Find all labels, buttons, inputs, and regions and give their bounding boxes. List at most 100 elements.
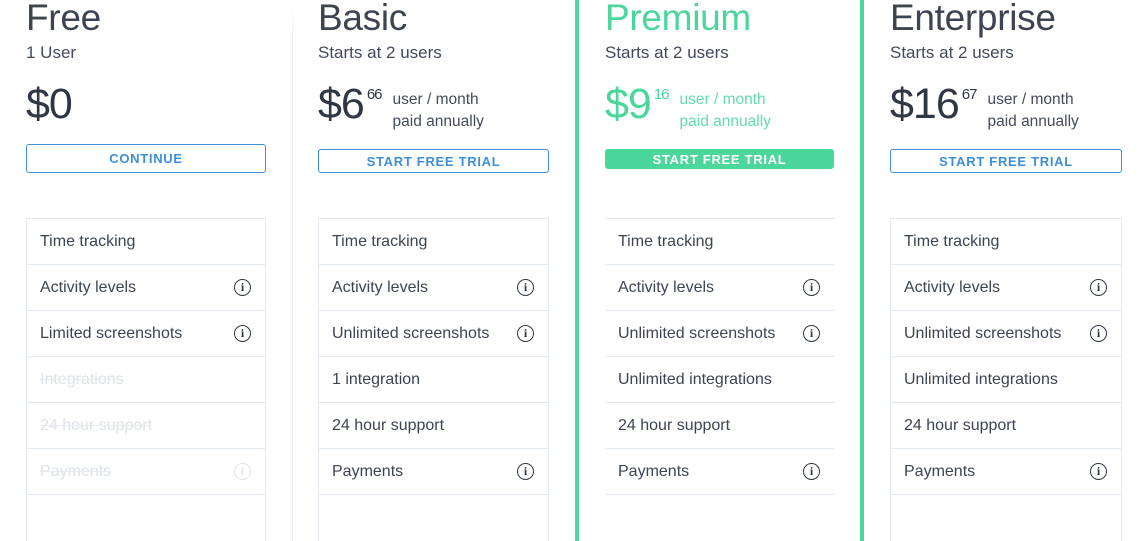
feature-list-free: Time tracking Activity levels Limited scre… bbox=[26, 218, 266, 541]
feature-row: Payments bbox=[605, 449, 834, 495]
feature-label: Unlimited screenshots bbox=[618, 324, 776, 342]
price-amount-premium: $9 16 bbox=[605, 80, 670, 128]
feature-list-premium: Time tracking Activity levels Unlimited sc… bbox=[605, 218, 834, 541]
plan-column-free: Free 1 User $0 CONTINUE Time tracking Activit… bbox=[0, 0, 292, 541]
info-icon-spacer bbox=[803, 233, 820, 250]
plan-name-premium: Premium bbox=[605, 0, 751, 38]
price-currency-basic: $ bbox=[318, 80, 342, 128]
price-terms-basic: user / month paid annually bbox=[393, 89, 484, 133]
feature-row: Activity levels bbox=[27, 265, 265, 311]
price-value-free: 0 bbox=[48, 80, 73, 128]
cta-button-premium[interactable]: START FREE TRIAL bbox=[605, 149, 834, 169]
feature-label: Time tracking bbox=[618, 232, 714, 250]
feature-row: Limited screenshots bbox=[27, 311, 265, 357]
feature-label: Limited screenshots bbox=[40, 324, 183, 342]
info-icon-spacer bbox=[517, 417, 534, 434]
info-icon[interactable] bbox=[234, 279, 251, 296]
feature-label: Unlimited integrations bbox=[618, 370, 772, 388]
plan-price-enterprise: $16 67 user / month paid annually bbox=[890, 80, 1122, 133]
feature-row: Unlimited screenshots bbox=[891, 311, 1121, 357]
feature-label: Payments bbox=[904, 462, 976, 480]
feature-label: Activity levels bbox=[332, 278, 429, 296]
info-icon[interactable] bbox=[803, 463, 820, 480]
feature-row: Unlimited integrations bbox=[605, 357, 834, 403]
info-icon-spacer bbox=[234, 371, 251, 388]
price-term-billing: paid annually bbox=[679, 113, 771, 130]
info-icon[interactable] bbox=[1090, 463, 1107, 480]
feature-label: Unlimited screenshots bbox=[904, 324, 1062, 342]
plan-column-enterprise: Enterprise Starts at 2 users $16 67 user / m… bbox=[864, 0, 1148, 541]
plan-header-free: Free 1 User bbox=[26, 0, 266, 64]
feature-row: 24 hour support bbox=[605, 403, 834, 449]
price-value-premium: 9 bbox=[627, 80, 652, 128]
feature-row: Time tracking bbox=[319, 219, 548, 265]
cta-button-enterprise[interactable]: START FREE TRIAL bbox=[890, 149, 1122, 173]
plan-price-free: $0 bbox=[26, 80, 266, 128]
info-icon[interactable] bbox=[517, 325, 534, 342]
info-icon[interactable] bbox=[803, 279, 820, 296]
feature-label: Unlimited screenshots bbox=[332, 324, 490, 342]
feature-label: Time tracking bbox=[332, 232, 428, 250]
feature-row bbox=[891, 495, 1121, 541]
info-icon-spacer bbox=[803, 417, 820, 434]
price-currency-premium: $ bbox=[605, 80, 629, 128]
price-cents-basic: 66 bbox=[366, 86, 383, 103]
info-icon[interactable] bbox=[517, 279, 534, 296]
feature-label: Unlimited integrations bbox=[904, 370, 1058, 388]
feature-row: Payments bbox=[27, 449, 265, 495]
plan-column-premium: Premium Starts at 2 users $9 16 user / month… bbox=[575, 0, 864, 541]
feature-row: 24 hour support bbox=[27, 403, 265, 449]
feature-label: 24 hour support bbox=[618, 416, 731, 434]
info-icon-spacer bbox=[1090, 233, 1107, 250]
plan-price-basic: $6 66 user / month paid annually bbox=[318, 80, 549, 133]
feature-row: Time tracking bbox=[27, 219, 265, 265]
price-amount-enterprise: $16 67 bbox=[890, 80, 978, 128]
price-value-basic: 6 bbox=[340, 80, 365, 128]
feature-label: 24 hour support bbox=[332, 416, 445, 434]
plan-subtitle-free: 1 User bbox=[26, 43, 77, 62]
cta-button-free[interactable]: CONTINUE bbox=[26, 144, 266, 173]
info-icon[interactable] bbox=[1090, 325, 1107, 342]
feature-row: Activity levels bbox=[605, 265, 834, 311]
feature-label: Integrations bbox=[40, 370, 124, 388]
price-term-billing: paid annually bbox=[392, 113, 484, 130]
feature-row: 1 integration bbox=[319, 357, 548, 403]
feature-label: 24 hour support bbox=[40, 416, 153, 434]
cta-button-basic[interactable]: START FREE TRIAL bbox=[318, 149, 549, 173]
price-value-enterprise: 16 bbox=[912, 80, 960, 128]
feature-row: Time tracking bbox=[891, 219, 1121, 265]
feature-row bbox=[319, 495, 548, 541]
feature-row: Activity levels bbox=[319, 265, 548, 311]
info-icon bbox=[234, 463, 251, 480]
price-term-per-user: user / month bbox=[987, 91, 1074, 108]
feature-list-basic: Time tracking Activity levels Unlimited sc… bbox=[318, 218, 549, 541]
feature-label: Activity levels bbox=[618, 278, 715, 296]
plan-column-basic: Basic Starts at 2 users $6 66 user / month pa… bbox=[292, 0, 575, 541]
price-term-per-user: user / month bbox=[392, 91, 479, 108]
info-icon[interactable] bbox=[1090, 279, 1107, 296]
info-icon-spacer bbox=[1090, 371, 1107, 388]
info-icon[interactable] bbox=[517, 463, 534, 480]
info-icon[interactable] bbox=[803, 325, 820, 342]
feature-label: Activity levels bbox=[904, 278, 1001, 296]
price-terms-premium: user / month paid annually bbox=[680, 89, 771, 133]
feature-row: Unlimited integrations bbox=[891, 357, 1121, 403]
plan-header-premium: Premium Starts at 2 users bbox=[605, 0, 834, 64]
price-terms-enterprise: user / month paid annually bbox=[987, 89, 1078, 133]
plan-subtitle-enterprise: Starts at 2 users bbox=[890, 43, 1014, 62]
feature-label: 24 hour support bbox=[904, 416, 1017, 434]
info-icon-spacer bbox=[517, 233, 534, 250]
plan-subtitle-premium: Starts at 2 users bbox=[605, 43, 729, 62]
info-icon-spacer bbox=[1090, 417, 1107, 434]
price-cents-premium: 16 bbox=[653, 86, 670, 103]
feature-row: Time tracking bbox=[605, 219, 834, 265]
plan-name-basic: Basic bbox=[318, 0, 407, 38]
feature-label: Payments bbox=[618, 462, 690, 480]
info-icon[interactable] bbox=[234, 325, 251, 342]
price-cents-enterprise: 67 bbox=[961, 86, 978, 103]
plan-name-enterprise: Enterprise bbox=[890, 0, 1056, 38]
price-term-billing: paid annually bbox=[987, 113, 1079, 130]
price-amount-free: $0 bbox=[26, 80, 73, 128]
info-icon-spacer bbox=[517, 371, 534, 388]
price-term-per-user: user / month bbox=[679, 91, 766, 108]
